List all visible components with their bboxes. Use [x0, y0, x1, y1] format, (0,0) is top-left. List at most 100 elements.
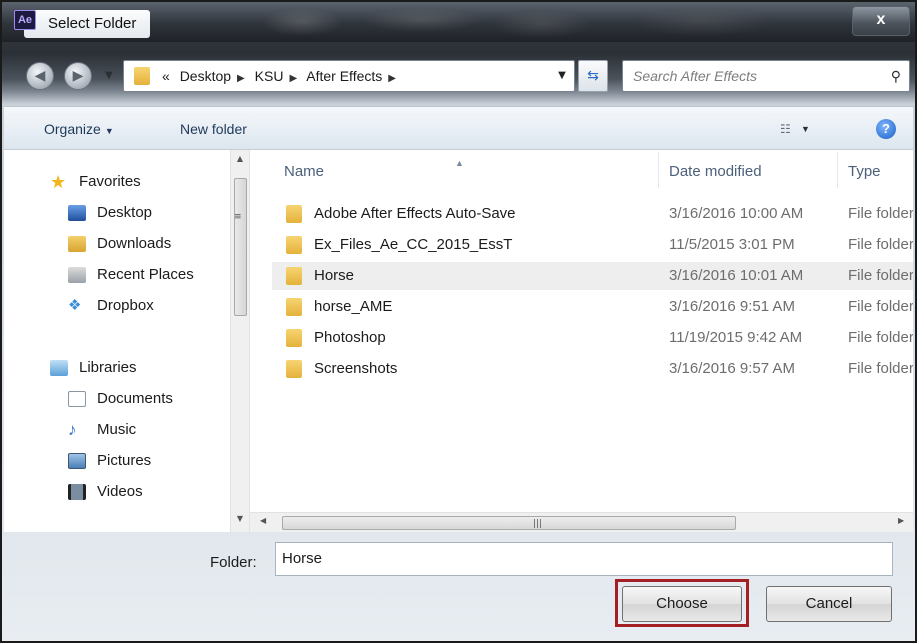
close-button[interactable]: x: [852, 6, 910, 36]
recent-places-icon: [68, 267, 86, 283]
address-bar[interactable]: « Desktop ▶ KSU ▶ After Effects ▶ ▼: [123, 60, 575, 92]
refresh-icon: ⇆: [587, 68, 599, 84]
scrollbar-grip-icon: |||: [533, 519, 543, 529]
file-type: File folder: [848, 236, 913, 253]
search-input[interactable]: Search After Effects ⚲: [622, 60, 910, 92]
navigation-pane: ★ Favorites Desktop Downloads Recent Pla…: [4, 150, 230, 532]
scroll-up-arrow-icon[interactable]: ▲: [231, 154, 249, 163]
folder-icon: [286, 236, 302, 254]
select-folder-dialog: Select Folder Ae x ◀ ▶ ▼ « Desktop ▶ KSU ▶…: [0, 0, 917, 643]
nav-label: Libraries: [79, 359, 137, 376]
cancel-button[interactable]: Cancel: [766, 586, 892, 622]
folder-name-input[interactable]: Horse: [275, 542, 893, 576]
command-toolbar: Organize ▼ New folder ☷ ▼ ?: [4, 106, 913, 150]
file-name: Horse: [314, 267, 355, 284]
file-date: 3/16/2016 9:51 AM: [669, 298, 795, 315]
after-effects-app-icon: Ae: [14, 10, 36, 30]
forward-button[interactable]: ▶: [64, 62, 92, 90]
folder-icon: [286, 329, 302, 347]
nav-label: Documents: [97, 390, 173, 407]
nav-label: Favorites: [79, 173, 141, 190]
file-name: Screenshots: [314, 360, 398, 377]
organize-button[interactable]: Organize ▼: [44, 107, 114, 151]
breadcrumb-arrow-icon[interactable]: ▶: [388, 73, 396, 84]
scrollbar-thumb[interactable]: [234, 178, 247, 316]
folder-icon: [286, 267, 302, 285]
recent-locations-dropdown[interactable]: ▼: [102, 66, 116, 86]
file-row[interactable]: Ex_Files_Ae_CC_2015_EssT 11/5/2015 3:01 …: [272, 231, 913, 259]
folder-icon: [286, 360, 302, 378]
column-divider[interactable]: [837, 152, 838, 188]
breadcrumb-arrow-icon[interactable]: ▶: [289, 73, 297, 84]
window-title: Select Folder: [24, 10, 151, 38]
breadcrumb-arrow-icon[interactable]: ▶: [237, 73, 245, 84]
file-date: 3/16/2016 9:57 AM: [669, 360, 795, 377]
address-dropdown[interactable]: ▼: [554, 61, 570, 91]
nav-label: Pictures: [97, 452, 152, 469]
scroll-right-arrow-icon[interactable]: ▶: [898, 516, 904, 525]
nav-label: Desktop: [97, 204, 153, 221]
file-name: horse_AME: [314, 298, 393, 315]
breadcrumb-ksu[interactable]: KSU: [255, 68, 284, 84]
pictures-icon: [68, 453, 86, 469]
file-date: 3/16/2016 10:00 AM: [669, 205, 804, 222]
column-header-type[interactable]: Type: [848, 150, 881, 194]
file-row-selected[interactable]: Horse 3/16/2016 10:01 AM File folder: [272, 262, 913, 290]
dropbox-icon: ❖: [68, 297, 82, 314]
file-name: Adobe After Effects Auto-Save: [314, 205, 516, 222]
nav-label: Recent Places: [97, 266, 194, 283]
column-divider[interactable]: [658, 152, 659, 188]
search-icon[interactable]: ⚲: [891, 61, 901, 91]
file-type: File folder: [848, 329, 913, 346]
title-bar: Select Folder Ae x: [2, 2, 915, 42]
nav-label: Videos: [97, 483, 143, 500]
videos-icon: [68, 484, 86, 500]
back-arrow-icon: ◀: [34, 68, 46, 84]
folder-field-label: Folder:: [210, 554, 257, 571]
file-type: File folder: [848, 267, 913, 284]
nav-label: Dropbox: [97, 297, 154, 314]
column-header-name[interactable]: Name: [284, 150, 324, 194]
help-icon[interactable]: ?: [876, 119, 896, 139]
breadcrumb-desktop[interactable]: Desktop: [180, 68, 231, 84]
documents-icon: [68, 391, 86, 407]
window-title-text: Select Folder: [48, 15, 137, 32]
folder-icon: [134, 67, 150, 85]
choose-button-highlight: [615, 579, 749, 627]
scroll-down-arrow-icon[interactable]: ▼: [231, 514, 249, 523]
file-list-horizontal-scrollbar[interactable]: ◀ ||| ▶: [250, 512, 913, 532]
downloads-folder-icon: [68, 236, 86, 252]
nav-pane-scrollbar[interactable]: ▲ ≡ ▼: [230, 150, 250, 532]
view-options-dropdown[interactable]: ▼: [801, 119, 810, 139]
scroll-left-arrow-icon[interactable]: ◀: [260, 516, 266, 525]
breadcrumb-overflow[interactable]: «: [162, 68, 170, 84]
organize-label: Organize: [44, 121, 101, 137]
forward-arrow-icon: ▶: [72, 68, 84, 84]
new-folder-button[interactable]: New folder: [180, 107, 247, 151]
file-type: File folder: [848, 205, 913, 222]
libraries-icon: [50, 360, 68, 376]
file-list-pane: Name ▲ Date modified Type Adobe After Ef…: [250, 150, 913, 532]
scrollbar-grip-icon: ≡: [234, 212, 242, 222]
file-row[interactable]: Adobe After Effects Auto-Save 3/16/2016 …: [272, 200, 913, 228]
refresh-button[interactable]: ⇆: [578, 60, 608, 92]
star-icon: ★: [50, 172, 67, 192]
breadcrumb-after-effects[interactable]: After Effects: [306, 68, 382, 84]
file-row[interactable]: Screenshots 3/16/2016 9:57 AM File folde…: [272, 355, 913, 383]
chevron-down-icon: ▼: [104, 126, 114, 136]
music-icon: ♪: [68, 420, 77, 439]
file-row[interactable]: horse_AME 3/16/2016 9:51 AM File folder: [272, 293, 913, 321]
change-view-icon[interactable]: ☷: [780, 122, 796, 136]
column-header-date-modified[interactable]: Date modified: [669, 150, 762, 194]
horizontal-scrollbar-thumb[interactable]: |||: [282, 516, 736, 530]
breadcrumb: « Desktop ▶ KSU ▶ After Effects ▶: [162, 61, 402, 91]
nav-label: Music: [97, 421, 137, 438]
sort-ascending-icon: ▲: [455, 158, 464, 168]
file-date: 11/19/2015 9:42 AM: [669, 329, 803, 346]
file-name: Ex_Files_Ae_CC_2015_EssT: [314, 236, 513, 253]
navigation-row: ◀ ▶ ▼ « Desktop ▶ KSU ▶ After Effects ▶ ▼ ⇆…: [2, 54, 915, 98]
back-button[interactable]: ◀: [26, 62, 54, 90]
browser-area: ★ Favorites Desktop Downloads Recent Pla…: [4, 150, 913, 532]
file-row[interactable]: Photoshop 11/19/2015 9:42 AM File folder: [272, 324, 913, 352]
desktop-icon: [68, 205, 86, 221]
